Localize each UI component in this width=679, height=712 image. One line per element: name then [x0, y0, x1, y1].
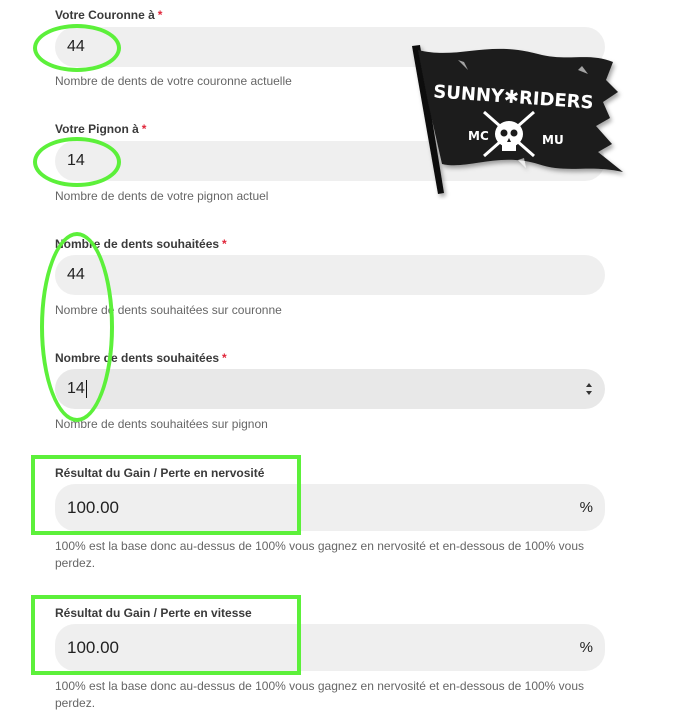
pignon-label: Votre Pignon à *	[55, 122, 147, 136]
nervosite-help: 100% est la base donc au-dessus de 100% …	[55, 539, 585, 570]
pignon-souhaite-help: Nombre de dents souhaitées sur pignon	[55, 417, 268, 431]
nervosite-unit: %	[579, 499, 593, 516]
vitesse-value: 100.00	[67, 637, 119, 657]
logo-left-text: MC	[468, 129, 489, 143]
couronne-souhaitee-label: Nombre de dents souhaitées *	[55, 237, 227, 251]
pignon-souhaite-label: Nombre de dents souhaitées *	[55, 351, 227, 365]
sunny-riders-flag-logo: SUNNY✱RIDERS MC MU	[412, 45, 623, 194]
nervosite-value: 100.00	[67, 497, 119, 517]
couronne-souhaitee-help: Nombre de dents souhaitées sur couronne	[55, 303, 282, 317]
pignon-souhaite-input[interactable]: 14	[55, 369, 605, 409]
nervosite-output: 100.00 %	[55, 484, 605, 531]
vitesse-label: Résultat du Gain / Perte en vitesse	[55, 606, 252, 620]
pignon-souhaite-value: 14	[67, 380, 87, 398]
couronne-souhaitee-input[interactable]: 44	[55, 255, 605, 295]
nervosite-label: Résultat du Gain / Perte en nervosité	[55, 466, 265, 480]
couronne-value: 44	[67, 38, 85, 55]
vitesse-output: 100.00 %	[55, 624, 605, 671]
couronne-souhaitee-value: 44	[67, 266, 85, 283]
couronne-label: Votre Couronne à *	[55, 8, 163, 22]
number-spinner-icon[interactable]	[585, 382, 593, 396]
pignon-value: 14	[67, 152, 85, 169]
logo-right-text: MU	[542, 133, 564, 147]
vitesse-help: 100% est la base donc au-dessus de 100% …	[55, 679, 585, 710]
vitesse-unit: %	[579, 639, 593, 656]
